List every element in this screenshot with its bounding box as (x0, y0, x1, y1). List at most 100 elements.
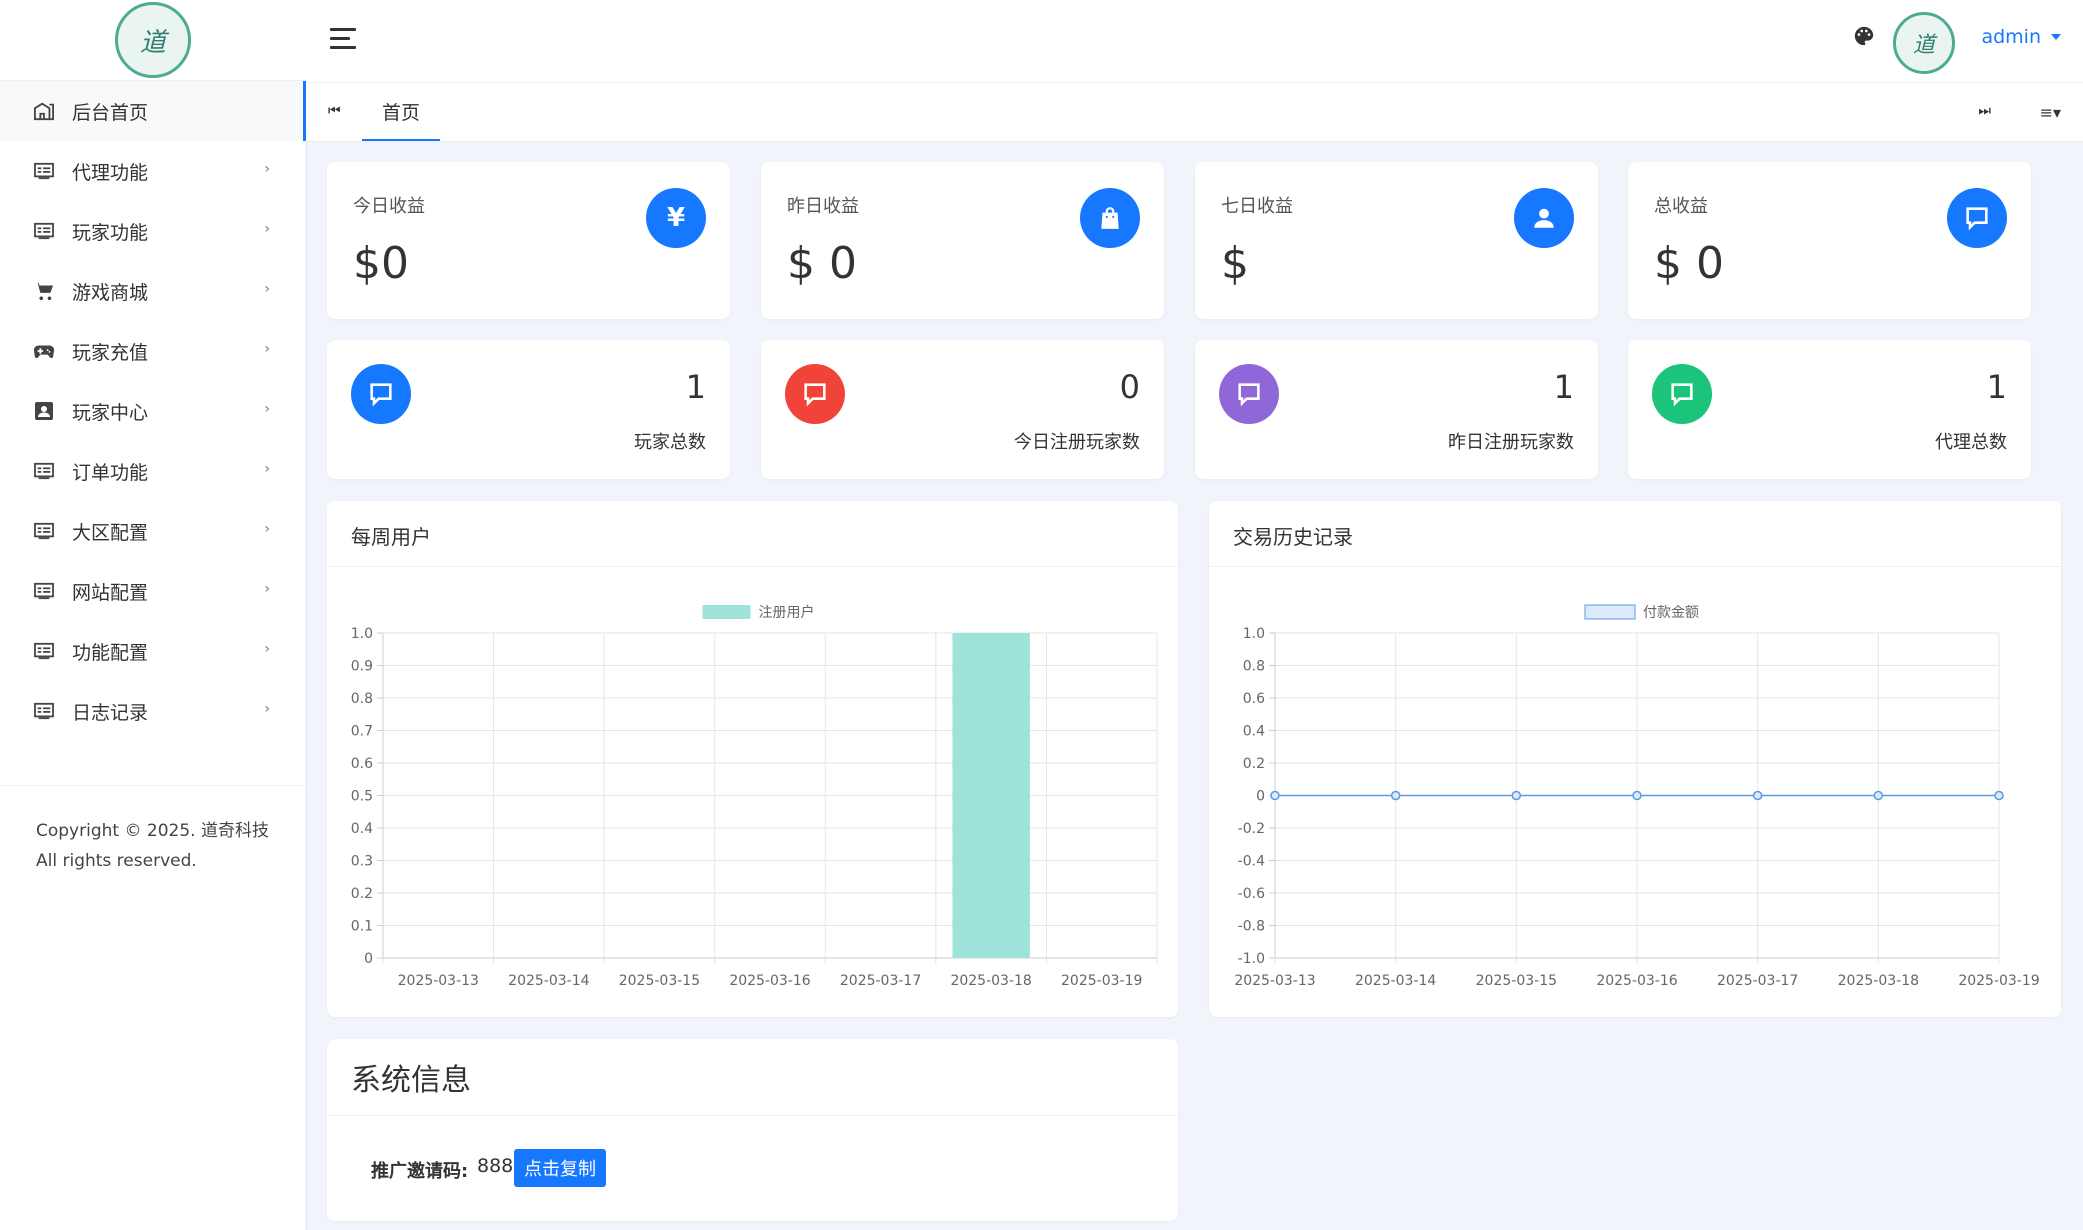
palette-icon[interactable] (1853, 25, 1875, 51)
copy-invite-button[interactable]: 点击复制 (514, 1149, 606, 1187)
y-tick-label: 0.4 (1243, 724, 1265, 740)
x-tick-label: 2025-03-18 (950, 973, 1031, 989)
sidebar-item-6[interactable]: 玩家中心 › (0, 381, 306, 441)
stat-value: $ 0 (787, 238, 857, 289)
top-header: 道 admin (306, 0, 2083, 83)
sidebar-item-label: 玩家中心 (72, 401, 149, 424)
tab-bar: ⏮ 首页 ⏭ ≡▾ (306, 83, 2083, 142)
sidebar-item-label: 玩家功能 (72, 221, 149, 244)
stat-label: 总收益 (1654, 196, 1708, 217)
stat-value: $ (1221, 238, 1249, 289)
y-tick-label: -0.2 (1238, 821, 1265, 837)
stat-value: $ 0 (1654, 238, 1724, 289)
y-tick-label: 0.2 (351, 886, 373, 902)
sidebar-item-2[interactable]: 代理功能 › (0, 141, 306, 201)
panel-divider (327, 1115, 1178, 1116)
brand-logo[interactable]: 道 (115, 2, 191, 78)
user-avatar[interactable]: 道 (1893, 12, 1955, 74)
y-tick-label: -1.0 (1238, 951, 1265, 967)
panel-title: 系统信息 (351, 1063, 471, 1098)
sidebar-item-1[interactable]: 后台首页 (0, 81, 306, 141)
tab-scroll-right-icon[interactable]: ⏭ (1978, 103, 1991, 119)
data-point[interactable] (1752, 790, 1763, 801)
x-tick-label: 2025-03-16 (729, 973, 810, 989)
list-window-icon (32, 461, 56, 481)
yen-icon: ¥ (646, 188, 706, 248)
x-tick-label: 2025-03-15 (1476, 973, 1557, 989)
system-info-panel: 系统信息 推广邀请码: 888 点击复制 (327, 1039, 1178, 1221)
count-card-agents: 1 代理总数 (1628, 340, 2031, 479)
stat-card-total: 总收益 $ 0 (1628, 162, 2031, 319)
panel-title: 交易历史记录 (1233, 525, 1353, 549)
sidebar-item-label: 大区配置 (72, 521, 149, 544)
data-point[interactable] (1270, 790, 1280, 801)
comment-icon (351, 364, 411, 424)
sidebar-item-10[interactable]: 功能配置 › (0, 621, 306, 681)
sidebar-item-label: 日志记录 (72, 701, 149, 724)
y-tick-label: 0.5 (351, 789, 373, 805)
y-tick-label: -0.4 (1238, 854, 1265, 870)
list-window-icon (32, 641, 56, 661)
bag-icon (1080, 188, 1140, 248)
count-label: 昨日注册玩家数 (1448, 432, 1574, 453)
x-tick-label: 2025-03-19 (1061, 973, 1142, 989)
sidebar-item-label: 订单功能 (72, 461, 149, 484)
sidebar-item-4[interactable]: 游戏商城 › (0, 261, 306, 321)
sidebar-item-7[interactable]: 订单功能 › (0, 441, 306, 501)
tab-home[interactable]: 首页 (362, 83, 441, 141)
bar[interactable] (952, 633, 1030, 958)
stat-card-today: 今日收益 $0 ¥ (327, 162, 730, 319)
x-tick-label: 2025-03-15 (619, 973, 700, 989)
x-tick-label: 2025-03-13 (398, 973, 479, 989)
legend-swatch[interactable] (702, 605, 751, 619)
chevron-right-icon: › (264, 341, 270, 357)
invite-code-label: 推广邀请码: (371, 1161, 469, 1182)
y-tick-label: 0.2 (1243, 756, 1265, 772)
data-point[interactable] (1632, 790, 1642, 801)
caret-down-icon[interactable] (2051, 34, 2061, 40)
y-tick-label: 0.6 (351, 756, 373, 772)
user-menu-name[interactable]: admin (1981, 26, 2041, 48)
y-tick-label: 1.0 (351, 626, 373, 642)
y-tick-label: -0.6 (1238, 886, 1265, 902)
tab-scroll-left-icon[interactable]: ⏮ (328, 103, 341, 119)
y-tick-label: 0.8 (351, 691, 373, 707)
count-value: 1 (1986, 368, 2007, 406)
x-tick-label: 2025-03-14 (508, 973, 589, 989)
data-point[interactable] (1390, 790, 1401, 801)
chevron-right-icon: › (264, 281, 270, 297)
list-window-icon (32, 521, 56, 541)
list-window-icon (32, 221, 56, 241)
sidebar-item-label: 玩家充值 (72, 341, 149, 364)
count-value: 0 (1119, 368, 1140, 406)
data-point[interactable] (1994, 790, 2004, 801)
y-tick-label: 0 (364, 951, 373, 967)
sidebar-item-5[interactable]: 玩家充值 › (0, 321, 306, 381)
data-point[interactable] (1873, 790, 1884, 801)
count-card-players: 1 玩家总数 (327, 340, 730, 479)
y-tick-label: 0.1 (351, 919, 373, 935)
list-window-icon (32, 701, 56, 721)
y-tick-label: 0.4 (351, 821, 373, 837)
weekly-users-chart: 注册用户 1.0 0.9 0.8 0.7 0.6 0.5 0.4 0.3 0.2 0.1 0 2025-… (351, 604, 1158, 989)
sidebar-item-11[interactable]: 日志记录 › (0, 681, 306, 741)
comment-icon (1219, 364, 1279, 424)
trade-history-chart: 付款金额 1.0 0.8 0.6 0.4 0.2 0 -0.2 -0.4 -0.6 -0.8 -1.0… (1234, 604, 2040, 989)
sidebar-item-label: 后台首页 (72, 101, 149, 124)
sidebar-item-3[interactable]: 玩家功能 › (0, 201, 306, 261)
legend-label: 注册用户 (759, 604, 815, 621)
comment-icon (1947, 188, 2007, 248)
sidebar-item-9[interactable]: 网站配置 › (0, 561, 306, 621)
weekly-users-panel: 每周用户 注册用户 1.0 0.9 0.8 0.7 0.6 0.5 0.4 0.3 0.2 0.1 0… (327, 501, 1178, 1017)
sidebar-item-8[interactable]: 大区配置 › (0, 501, 306, 561)
tab-options-icon[interactable]: ≡▾ (2040, 103, 2061, 122)
trade-history-panel: 交易历史记录 付款金额 1.0 0.8 0.6 0.4 0.2 0 -0.2 -0.4 -0.6 -… (1209, 501, 2061, 1017)
sidebar-menu: 后台首页 代理功能 › 玩家功能 › 游戏商城 › 玩家充值 › 玩家中心 › 订单功能 › 大区配置 › 网… (0, 81, 306, 741)
legend-swatch[interactable] (1584, 604, 1636, 620)
y-tick-label: 0.8 (1243, 659, 1265, 675)
chevron-right-icon: › (264, 581, 270, 597)
stat-label: 七日收益 (1221, 196, 1293, 217)
menu-toggle-icon[interactable] (330, 28, 356, 55)
x-tick-label: 2025-03-19 (1958, 973, 2039, 989)
data-point[interactable] (1511, 790, 1522, 801)
